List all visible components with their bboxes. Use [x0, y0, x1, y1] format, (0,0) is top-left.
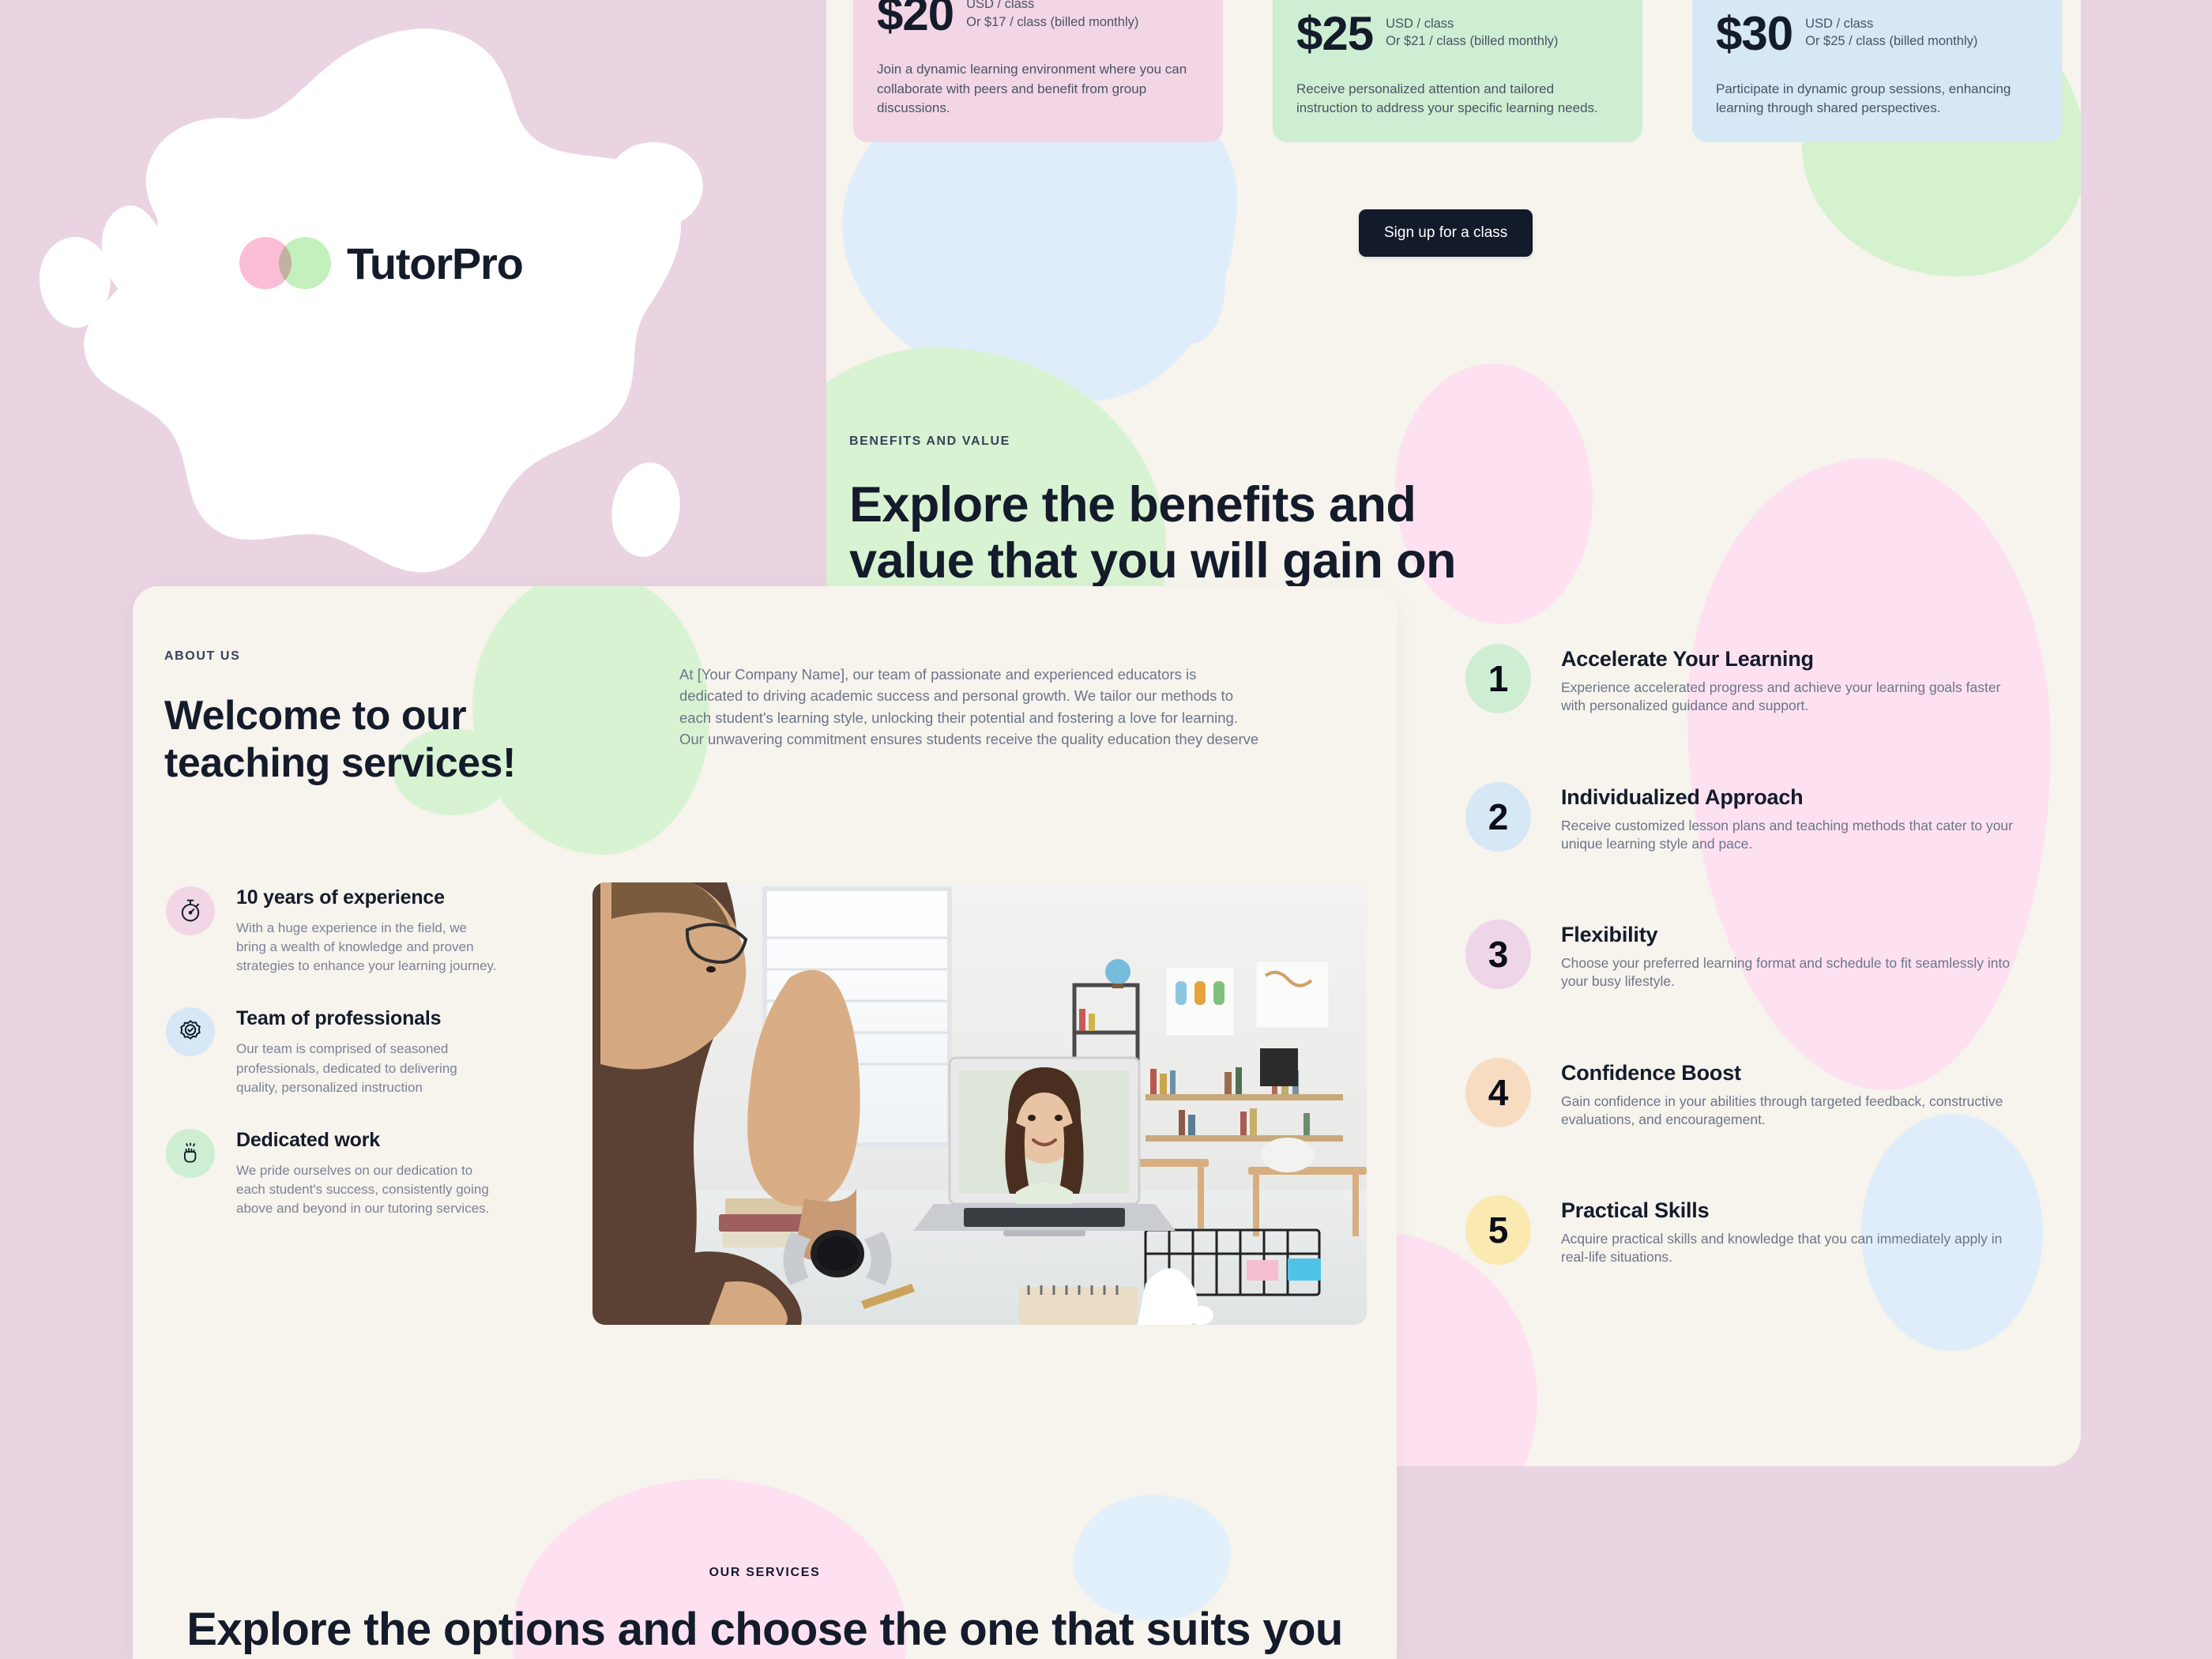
benefit-description: Choose your preferred learning format an… [1561, 955, 2011, 990]
benefit-title: Flexibility [1561, 923, 1658, 947]
pricing-card-header: $20 USD / class Or $17 / class (billed m… [877, 0, 1199, 38]
price-alt: Or $17 / class (billed monthly) [966, 14, 1139, 29]
benefit-description: Gain confidence in your abilities throug… [1561, 1093, 2003, 1127]
feature-description: We pride ourselves on our dedication to … [236, 1162, 490, 1216]
price-unit: USD / class [1805, 16, 1874, 31]
feature-item: Team of professionals Our team is compri… [166, 1007, 498, 1097]
classroom-video-call-photo [592, 882, 1367, 1325]
pricing-card[interactable]: $20 USD / class Or $17 / class (billed m… [853, 0, 1223, 142]
benefit-title: Practical Skills [1561, 1198, 1710, 1223]
price-amount: $25 [1296, 6, 1374, 60]
feature-title: 10 years of experience [236, 886, 445, 908]
pricing-card-row: $20 USD / class Or $17 / class (billed m… [853, 0, 2062, 142]
benefit-title: Individualized Approach [1561, 784, 1804, 809]
benefit-number-badge: 5 [1465, 1195, 1531, 1266]
benefit-text: Confidence Boost Gain confidence in your… [1561, 1058, 2018, 1130]
benefit-item: 2 Individualized Approach Receive custom… [1465, 781, 2018, 854]
benefits-list: 1 Accelerate Your Learning Experience ac… [1465, 644, 2018, 1267]
price-unit: USD / class [966, 0, 1035, 12]
price-amount: $20 [877, 0, 954, 41]
pricing-card-header: $25 USD / class Or $21 / class (billed m… [1296, 6, 1619, 60]
white-splat-shape-icon [84, 28, 681, 573]
about-paragraph: At [Your Company Name], our team of pass… [679, 666, 1259, 748]
price-amount: $30 [1716, 6, 1793, 60]
price-alt: Or $25 / class (billed monthly) [1805, 34, 1978, 49]
feature-description: With a huge experience in the field, we … [236, 920, 497, 974]
benefits-eyebrow: BENEFITS AND VALUE [849, 434, 1010, 448]
feature-item: 10 years of experience With a huge exper… [166, 886, 498, 976]
feature-item: Dedicated work We pride ourselves on our… [166, 1128, 498, 1218]
sign-up-for-a-class-button[interactable]: Sign up for a class [1359, 209, 1533, 257]
benefit-item: 4 Confidence Boost Gain confidence in yo… [1465, 1057, 2018, 1130]
stopwatch-icon [166, 886, 215, 935]
benefit-text: Flexibility Choose your preferred learni… [1561, 920, 2018, 991]
about-feature-list: 10 years of experience With a huge exper… [166, 886, 498, 1250]
services-eyebrow: OUR SERVICES [709, 1566, 821, 1579]
benefit-item: 1 Accelerate Your Learning Experience ac… [1465, 644, 2018, 716]
services-title: Explore the options and choose the one t… [186, 1604, 1343, 1659]
classroom-photo-illustration [592, 882, 1367, 1325]
pricing-card-header: $30 USD / class Or $25 / class (billed m… [1716, 6, 2038, 60]
price-meta: USD / class Or $21 / class (billed month… [1386, 10, 1558, 51]
benefit-description: Receive customized lesson plans and teac… [1561, 817, 2013, 852]
brand-name: TutorPro [347, 238, 524, 288]
feature-text: 10 years of experience With a huge exper… [236, 886, 498, 976]
badge-check-icon [166, 1007, 215, 1057]
price-meta: USD / class Or $17 / class (billed month… [966, 0, 1138, 32]
about-title: Welcome to our teaching services! [164, 693, 516, 787]
pricing-card[interactable]: $30 USD / class Or $25 / class (billed m… [1692, 0, 2062, 142]
feature-description: Our team is comprised of seasoned profes… [236, 1041, 457, 1095]
price-description: Participate in dynamic group sessions, e… [1716, 81, 2011, 116]
page-canvas: TutorPro $20 USD / class Or $17 / class … [0, 0, 2212, 1659]
benefit-item: 3 Flexibility Choose your preferred lear… [1465, 920, 2018, 991]
brand-splash-graphic [0, 0, 826, 600]
feature-title: Dedicated work [236, 1128, 380, 1151]
price-description: Join a dynamic learning environment wher… [877, 62, 1187, 116]
brand-logo[interactable]: TutorPro [239, 237, 524, 289]
price-alt: Or $21 / class (billed monthly) [1386, 34, 1559, 49]
pricing-card[interactable]: $25 USD / class Or $21 / class (billed m… [1273, 0, 1642, 142]
price-unit: USD / class [1386, 16, 1454, 31]
benefit-text: Individualized Approach Receive customiz… [1561, 782, 2018, 854]
benefit-description: Experience accelerated progress and achi… [1561, 679, 2001, 714]
benefit-text: Practical Skills Acquire practical skill… [1561, 1195, 2018, 1267]
benefit-text: Accelerate Your Learning Experience acce… [1561, 644, 2018, 716]
benefit-title: Confidence Boost [1561, 1060, 1741, 1085]
feature-title: Team of professionals [236, 1007, 442, 1030]
price-meta: USD / class Or $25 / class (billed month… [1805, 10, 1977, 51]
price-description: Receive personalized attention and tailo… [1296, 81, 1598, 116]
benefit-number-badge: 4 [1465, 1057, 1531, 1127]
cta-container: Sign up for a class [1359, 209, 1533, 257]
raised-fist-icon [166, 1128, 215, 1178]
benefit-number-badge: 2 [1465, 781, 1531, 852]
about-us-card: ABOUT US Welcome to our teaching service… [133, 586, 1397, 1659]
our-services-block: OUR SERVICES Explore the options and cho… [133, 1566, 1397, 1659]
benefit-number-badge: 3 [1465, 920, 1531, 990]
two-overlapping-circles-icon [239, 237, 331, 289]
benefit-title: Accelerate Your Learning [1561, 647, 1814, 671]
benefit-number-badge: 1 [1465, 644, 1531, 713]
benefit-item: 5 Practical Skills Acquire practical ski… [1465, 1195, 2018, 1267]
about-eyebrow: ABOUT US [164, 649, 241, 663]
logo-circle-green-icon [279, 237, 331, 289]
benefit-description: Acquire practical skills and knowledge t… [1561, 1231, 2003, 1266]
feature-text: Team of professionals Our team is compri… [236, 1007, 498, 1097]
about-content: ABOUT US Welcome to our teaching service… [133, 586, 1397, 788]
feature-text: Dedicated work We pride ourselves on our… [236, 1129, 498, 1218]
